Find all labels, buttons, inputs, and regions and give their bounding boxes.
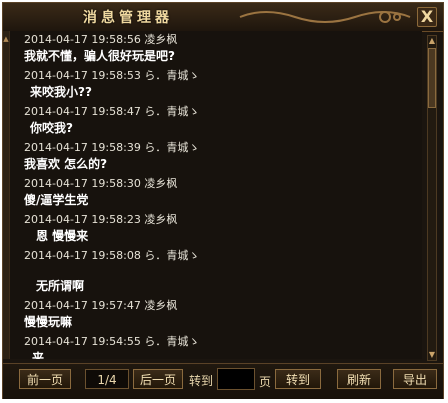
- prev-page-button[interactable]: 前一页: [19, 369, 71, 389]
- message-text: 来咬我小??: [30, 85, 92, 99]
- message-text: 慢慢玩嘛: [24, 315, 73, 329]
- message-text: 无所谓啊: [36, 279, 85, 293]
- next-page-button[interactable]: 后一页: [133, 369, 183, 389]
- message-meta: 2014-04-17 19:58:08 ら．青城ゝ: [24, 249, 200, 262]
- message-list: 2014-04-17 19:58:56 凌乡枫 我就不懂，骗人很好玩是吧? 20…: [9, 31, 422, 359]
- message-text: 我喜欢 怎么的?: [24, 157, 108, 171]
- goto-page-input[interactable]: [217, 368, 255, 390]
- message-meta: 2014-04-17 19:57:47 凌乡枫: [24, 299, 178, 312]
- page-suffix: 页: [259, 375, 272, 389]
- message-text: 来: [32, 351, 45, 359]
- close-icon: X: [420, 7, 434, 26]
- scroll-thumb[interactable]: [428, 48, 436, 108]
- page-indicator: 1/4: [85, 369, 129, 389]
- goto-button[interactable]: 转到: [275, 369, 321, 389]
- title-ornament-icon: [239, 11, 411, 23]
- message-meta: 2014-04-17 19:58:56 凌乡枫: [24, 33, 178, 46]
- title-bar: 消息管理器 X: [3, 3, 443, 32]
- message-text: 恩 慢慢来: [36, 229, 89, 243]
- refresh-button[interactable]: 刷新: [337, 369, 381, 389]
- message-meta: 2014-04-17 19:58:30 凌乡枫: [24, 177, 178, 190]
- message-meta: 2014-04-17 19:58:47 ら．青城ゝ: [24, 105, 200, 118]
- message-text: 我就不懂，骗人很好玩是吧?: [24, 49, 175, 63]
- export-button[interactable]: 导出: [393, 369, 437, 389]
- window-title: 消息管理器: [83, 10, 173, 26]
- arrow-up-icon[interactable]: ▲: [428, 36, 436, 46]
- pager-bar: 前一页 1/4 后一页 转到 页 转到 刷新 导出: [3, 363, 443, 399]
- arrow-down-icon[interactable]: ▼: [428, 350, 436, 360]
- message-meta: 2014-04-17 19:58:39 ら．青城ゝ: [24, 141, 200, 154]
- message-meta: 2014-04-17 19:58:23 凌乡枫: [24, 213, 178, 226]
- message-meta: 2014-04-17 19:54:55 ら．青城ゝ: [24, 335, 200, 348]
- close-button[interactable]: X: [417, 7, 437, 27]
- message-text: 你咬我?: [30, 121, 73, 135]
- message-meta: 2014-04-17 19:58:53 ら．青城ゝ: [24, 69, 200, 82]
- vertical-scrollbar[interactable]: ▲ ▼: [427, 35, 437, 361]
- goto-label: 转到: [189, 374, 214, 388]
- message-manager-window: 消息管理器 X ▲ 2014-04-17 19:58:56 凌乡枫 我就不懂，骗…: [2, 2, 444, 399]
- message-text: 傻/逼学生党: [24, 193, 89, 207]
